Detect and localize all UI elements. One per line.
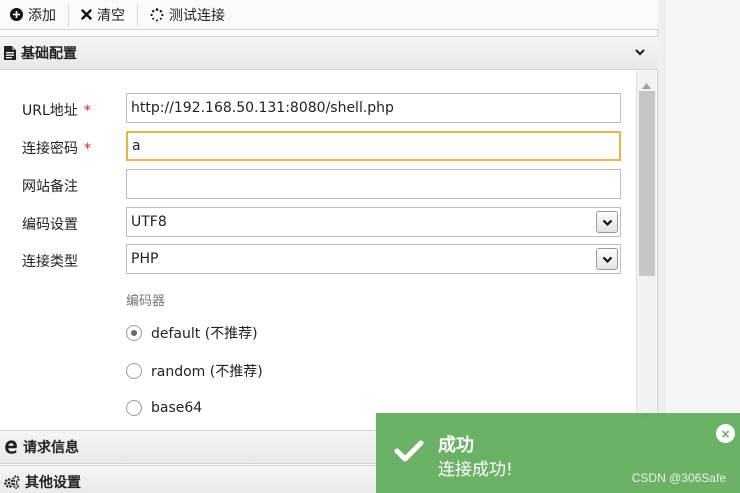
toast-title: 成功 [438, 435, 474, 456]
add-button[interactable]: 添加 [0, 0, 68, 30]
section-header-basic[interactable]: 基础配置 [0, 36, 658, 70]
encoder-option-label: base64 [151, 400, 203, 416]
encoder-option-label: default (不推荐) [151, 326, 258, 342]
close-icon[interactable]: × [716, 424, 735, 443]
clear-button[interactable]: 清空 [69, 0, 137, 30]
type-select[interactable]: PHP [126, 244, 621, 274]
section-title-other: 其他设置 [25, 475, 81, 491]
encoder-option-label: random (不推荐) [151, 364, 263, 380]
scrollbar-thumb[interactable] [639, 91, 655, 276]
password-row: 连接密码 * [0, 131, 630, 163]
check-icon [394, 439, 424, 467]
encoder-option-default[interactable]: default (不推荐) [126, 323, 258, 343]
type-value: PHP [131, 251, 159, 267]
plus-circle-icon [10, 8, 23, 21]
type-row: 连接类型 PHP [0, 244, 630, 276]
section-title-request: 请求信息 [23, 440, 79, 456]
clear-label: 清空 [97, 7, 125, 24]
toast-message: 连接成功! [438, 460, 513, 480]
url-label: URL地址 * [22, 100, 91, 120]
file-text-icon [4, 46, 16, 60]
radio-button[interactable] [126, 325, 142, 341]
password-input[interactable] [126, 131, 621, 161]
encoding-value: UTF8 [131, 214, 167, 230]
encoder-option-random[interactable]: random (不推荐) [126, 361, 263, 381]
chevron-down-icon[interactable] [596, 211, 618, 233]
url-input[interactable] [126, 93, 621, 123]
note-row: 网站备注 [0, 169, 630, 201]
note-input[interactable] [126, 169, 621, 199]
url-label-text: URL地址 [22, 103, 78, 119]
url-row: URL地址 * [0, 93, 630, 125]
add-label: 添加 [28, 7, 56, 24]
spinner-icon [150, 7, 164, 22]
radio-button[interactable] [126, 400, 142, 416]
required-mark: * [84, 141, 91, 157]
gears-icon [4, 475, 20, 489]
edge-icon [4, 440, 18, 454]
encoder-option-base64[interactable]: base64 [126, 398, 202, 418]
type-label: 连接类型 [22, 254, 78, 270]
password-label-text: 连接密码 [22, 141, 78, 157]
encoder-group-label: 编码器 [126, 294, 166, 309]
test-connection-label: 测试连接 [169, 7, 225, 24]
chevron-down-icon[interactable] [596, 248, 618, 270]
vertical-scrollbar[interactable] [636, 71, 656, 429]
encoding-row: 编码设置 UTF8 [0, 207, 630, 239]
section-title-basic: 基础配置 [21, 46, 77, 62]
required-mark: * [83, 103, 91, 119]
note-label: 网站备注 [22, 179, 78, 195]
watermark: CSDN @306Safe [631, 471, 726, 485]
toolbar: 添加 清空 测试连接 [0, 0, 658, 30]
test-connection-button[interactable]: 测试连接 [138, 0, 237, 30]
times-icon [81, 9, 92, 20]
radio-button[interactable] [126, 363, 142, 379]
success-toast: 成功 连接成功! × CSDN @306Safe [376, 413, 740, 493]
encoding-select[interactable]: UTF8 [126, 207, 621, 237]
password-label: 连接密码 * [22, 138, 91, 158]
encoding-label: 编码设置 [22, 217, 78, 233]
chevron-down-icon [634, 46, 646, 62]
